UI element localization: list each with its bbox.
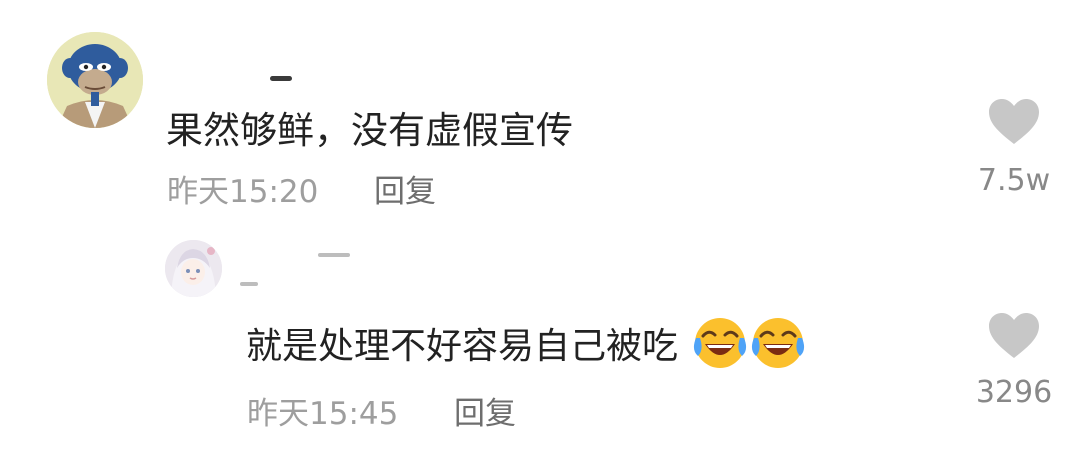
anime-girl-avatar-icon: [165, 240, 222, 297]
comment-text: 果然够鲜，没有虚假宣传: [166, 109, 573, 152]
heart-icon: [989, 313, 1039, 358]
comment-time: 昨天15:20: [167, 174, 319, 210]
like-button[interactable]: [987, 312, 1041, 360]
username-redacted[interactable]: [270, 76, 292, 81]
comment-text: 就是处理不好容易自己被吃: [246, 316, 805, 370]
like-count: 3296: [975, 375, 1053, 410]
username-redacted[interactable]: [318, 253, 350, 257]
username-redacted[interactable]: [240, 282, 258, 286]
heart-icon: [989, 99, 1039, 144]
like-button[interactable]: [987, 98, 1041, 146]
reply-button[interactable]: 回复: [374, 166, 436, 211]
laughing-crying-emoji: [694, 318, 747, 368]
reply-button[interactable]: 回复: [454, 388, 516, 433]
laughing-crying-emoji: [752, 318, 805, 368]
comment-item: 果然够鲜，没有虚假宣传 昨天15:20 回复 7.5w: [0, 0, 1080, 225]
like-count: 7.5w: [977, 163, 1051, 198]
ape-avatar-icon: [47, 32, 143, 128]
comment-time: 昨天15:45: [247, 396, 399, 432]
comment-text-body: 就是处理不好容易自己被吃: [246, 326, 679, 367]
comment-item: 就是处理不好容易自己被吃 昨天15:45 回复 3296: [0, 225, 1080, 462]
user-avatar[interactable]: [165, 240, 222, 297]
user-avatar[interactable]: [47, 32, 143, 128]
